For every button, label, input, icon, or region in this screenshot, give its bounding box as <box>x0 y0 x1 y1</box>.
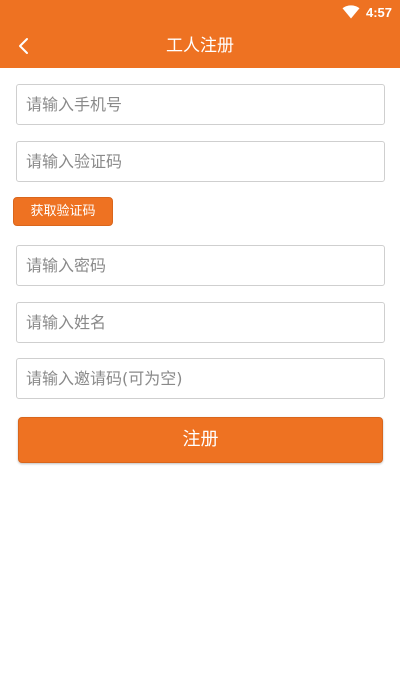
get-code-button[interactable]: 获取验证码 <box>13 197 113 226</box>
status-bar: 4:57 <box>0 0 400 24</box>
invite-code-input[interactable] <box>16 358 385 399</box>
phone-input[interactable] <box>16 84 385 125</box>
name-input[interactable] <box>16 302 385 343</box>
verification-code-input[interactable] <box>16 141 385 182</box>
status-time: 4:57 <box>365 4 392 20</box>
page-title: 工人注册 <box>166 36 234 56</box>
password-input[interactable] <box>16 245 385 286</box>
app-header: 工人注册 <box>0 24 400 68</box>
register-button[interactable]: 注册 <box>18 417 383 463</box>
wifi-icon <box>342 5 360 19</box>
